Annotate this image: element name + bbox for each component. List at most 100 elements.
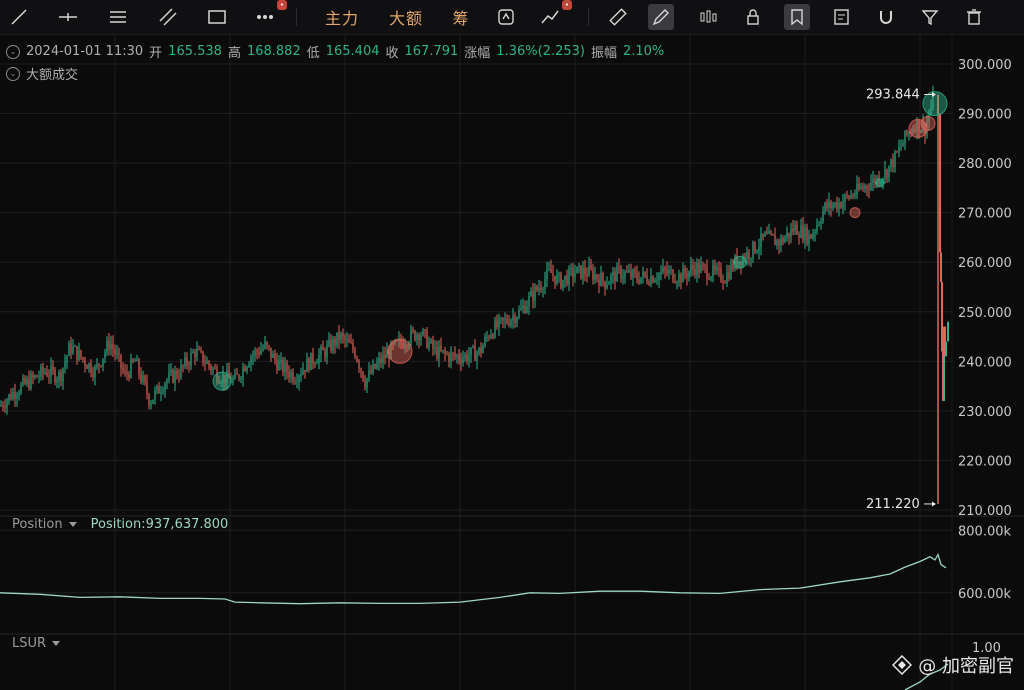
candle — [60, 372, 62, 382]
candle — [48, 376, 50, 377]
candle — [54, 369, 56, 383]
indicator-icon[interactable]: • — [538, 0, 572, 30]
candle — [368, 370, 370, 379]
candle — [370, 370, 372, 374]
candle — [106, 341, 108, 353]
candle — [460, 359, 462, 363]
candle — [232, 378, 234, 383]
candle — [700, 264, 702, 273]
candle — [272, 353, 274, 358]
candle — [34, 375, 36, 378]
candle — [252, 355, 254, 358]
candle — [732, 263, 734, 270]
caret-down-icon[interactable] — [68, 522, 77, 527]
candle — [308, 358, 310, 370]
candle — [126, 372, 128, 375]
candle — [4, 407, 6, 408]
rectangle-icon[interactable] — [205, 4, 229, 30]
y-tick-label: 600.00k — [958, 587, 1011, 602]
candle — [728, 272, 730, 279]
parallel-channel-icon[interactable] — [156, 4, 180, 30]
magnet-icon[interactable] — [874, 4, 898, 30]
candle — [478, 347, 480, 353]
large-trade-bubble — [922, 91, 948, 117]
candle — [382, 354, 384, 363]
candle — [532, 291, 534, 301]
candle — [378, 358, 380, 364]
note-icon[interactable] — [830, 4, 854, 30]
y-tick-label: 230.000 — [958, 405, 1012, 420]
candle — [204, 363, 206, 365]
candle — [680, 274, 682, 283]
horizontal-line-icon[interactable] — [56, 4, 80, 30]
candle — [170, 370, 172, 373]
indicator-name[interactable]: 大额成交 — [26, 64, 78, 83]
change-value: 1.36%(2.253) — [496, 44, 585, 59]
ohlc-info-bar: ⌄ 2024-01-01 11:30 开 165.538 高 168.882 低… — [6, 42, 664, 61]
ruler-icon[interactable] — [606, 4, 630, 30]
candle — [470, 347, 472, 356]
candle — [610, 275, 612, 283]
candle — [510, 320, 512, 326]
candle — [606, 284, 608, 289]
candle — [24, 378, 26, 384]
trend-line-icon[interactable] — [8, 4, 30, 30]
lock-icon[interactable] — [741, 4, 765, 30]
refresh-icon[interactable] — [494, 4, 518, 30]
pen-icon[interactable] — [648, 4, 674, 30]
candle — [584, 267, 586, 275]
candle — [582, 267, 584, 279]
collapse-chevron-icon[interactable]: ⌄ — [6, 44, 20, 59]
caret-down-icon[interactable] — [52, 641, 61, 646]
candle — [640, 277, 642, 283]
candle — [574, 273, 576, 278]
candle — [360, 368, 362, 372]
chips-button[interactable]: 筹 — [450, 4, 472, 30]
candle — [908, 132, 910, 135]
price-chart[interactable]: 300.000 290.000 280.000 270.000 260.000 250.0… — [0, 34, 1024, 690]
candle — [28, 378, 30, 389]
candle — [254, 350, 256, 356]
lsur-pane-name[interactable]: LSUR — [12, 636, 46, 651]
position-pane-legend: Position Position:937,637.800 — [12, 517, 228, 532]
large-amount-button[interactable]: 大额 — [386, 4, 426, 30]
candle — [174, 370, 176, 383]
candle — [6, 400, 8, 408]
candles-icon[interactable] — [696, 4, 720, 30]
candle — [838, 202, 840, 210]
candle — [300, 374, 302, 377]
candle — [246, 366, 248, 372]
candle — [108, 341, 110, 350]
candle — [858, 183, 860, 189]
candle — [340, 333, 342, 341]
candle — [18, 393, 20, 396]
candle — [44, 372, 46, 373]
position-pane-name[interactable]: Position — [12, 517, 63, 532]
candle — [696, 263, 698, 275]
candle — [468, 355, 470, 361]
candle — [568, 268, 570, 285]
candle — [96, 363, 98, 368]
collapse-chevron-icon[interactable]: ⌄ — [6, 66, 20, 81]
y-tick-label: 220.000 — [958, 454, 1012, 469]
y-tick-label: 250.000 — [958, 306, 1012, 321]
candle — [110, 343, 112, 350]
candle — [62, 368, 64, 382]
candle — [116, 353, 118, 355]
more-icon[interactable]: • — [253, 0, 287, 30]
bookmark-icon[interactable] — [784, 4, 810, 30]
candle — [72, 346, 74, 353]
candle — [88, 363, 90, 370]
candle — [674, 281, 676, 283]
candle — [558, 273, 560, 275]
candle — [2, 405, 4, 408]
parallel-lines-icon[interactable] — [106, 4, 130, 30]
candle — [238, 374, 240, 379]
main-force-button[interactable]: 主力 — [322, 4, 362, 30]
annotation-arrowhead — [932, 501, 936, 507]
candle — [316, 363, 318, 365]
candle — [350, 342, 352, 344]
high-annotation-label: 293.844 — [866, 88, 920, 103]
filter-icon[interactable] — [918, 4, 942, 30]
trash-icon[interactable] — [962, 4, 986, 30]
